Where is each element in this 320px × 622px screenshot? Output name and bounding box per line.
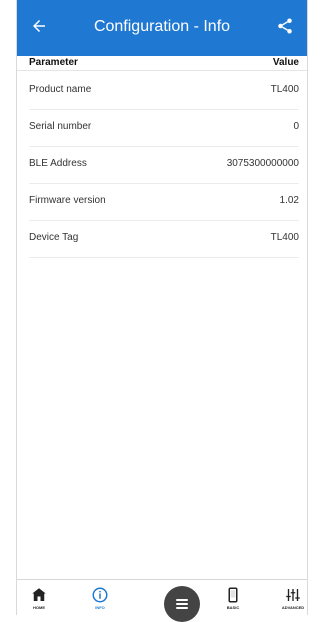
info-icon — [92, 587, 108, 603]
table-row-ble-address: BLE Address 3075300000000 — [29, 147, 299, 184]
parameter-value: 0 — [293, 121, 299, 132]
parameter-name: Product name — [29, 84, 92, 95]
page-title: Configuration - Info — [93, 18, 231, 35]
parameter-value: TL400 — [270, 84, 299, 95]
nav-advanced-label: ADVANCED — [281, 605, 305, 610]
table-header: Parameter Value — [17, 56, 307, 71]
back-button[interactable] — [25, 12, 53, 40]
parameter-name: Serial number — [29, 121, 92, 132]
table-row-product-name: Product name TL400 — [29, 73, 299, 110]
parameter-name: Device Tag — [29, 232, 79, 243]
share-button[interactable] — [271, 12, 299, 40]
menu-button[interactable] — [164, 586, 200, 622]
device-icon — [228, 587, 238, 603]
menu-icon — [176, 599, 188, 609]
nav-info[interactable]: INFO — [82, 580, 118, 616]
app-frame: Configuration - Info Parameter Value Pro… — [16, 0, 308, 622]
nav-advanced[interactable]: ADVANCED — [275, 580, 311, 616]
table-row-firmware-version: Firmware version 1.02 — [29, 184, 299, 221]
parameter-value: 1.02 — [279, 195, 299, 206]
table-row-serial-number: Serial number 0 — [29, 110, 299, 147]
table-row-device-tag: Device Tag TL400 — [29, 221, 299, 258]
sliders-icon — [286, 589, 300, 601]
top-app-bar: Configuration - Info — [17, 0, 307, 56]
nav-basic-label: BASIC — [226, 605, 240, 610]
parameter-column-header: Parameter — [29, 57, 78, 68]
share-icon — [278, 18, 292, 34]
home-icon — [32, 588, 46, 601]
arrow-left-icon — [33, 20, 45, 32]
value-column-header: Value — [272, 57, 299, 68]
nav-info-label: INFO — [95, 605, 105, 610]
parameter-name: Firmware version — [29, 195, 106, 206]
nav-home-label: HOME — [33, 605, 45, 610]
parameter-value: TL400 — [270, 232, 299, 243]
bottom-navigation: HOME INFO BASIC ADVANCED — [17, 579, 307, 616]
info-table: Product name TL400 Serial number 0 BLE A… — [17, 73, 307, 258]
nav-basic[interactable]: BASIC — [215, 580, 251, 616]
parameter-name: BLE Address — [29, 158, 87, 169]
nav-home[interactable]: HOME — [21, 580, 57, 616]
parameter-value: 3075300000000 — [226, 158, 299, 169]
